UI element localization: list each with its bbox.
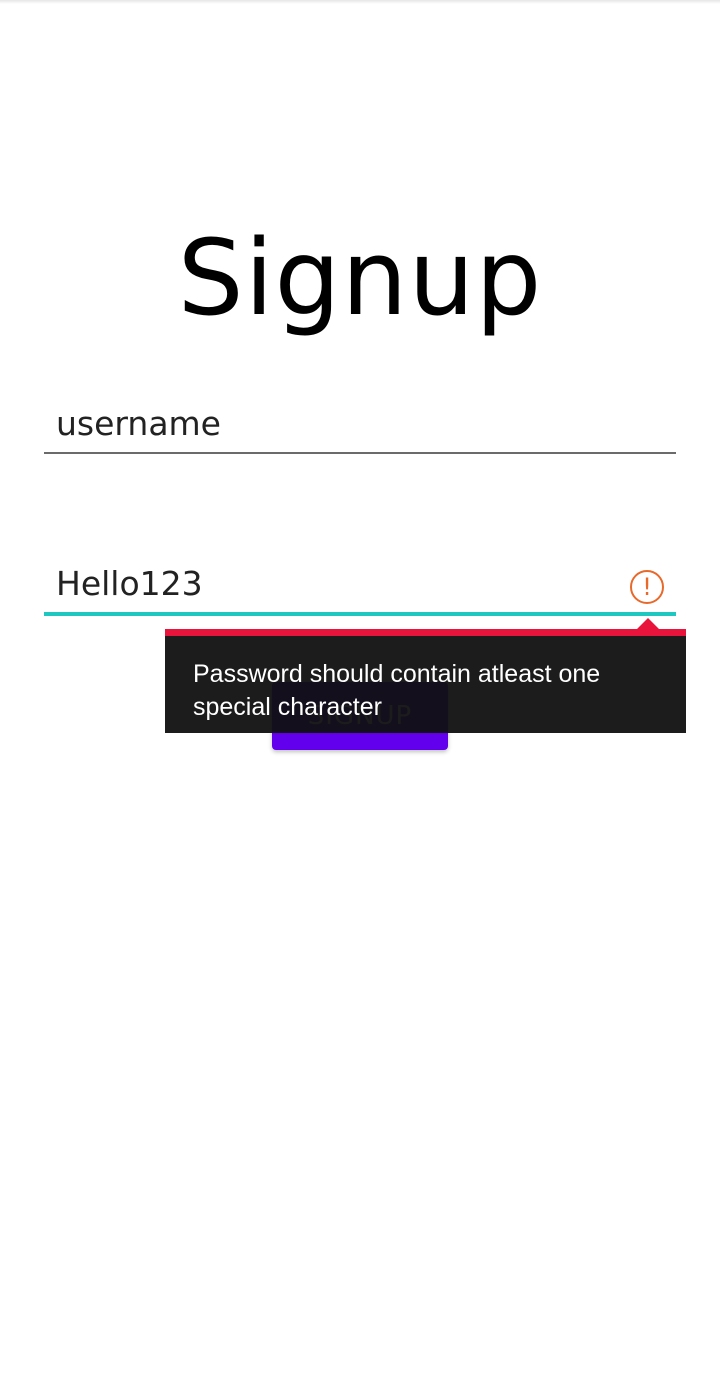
error-popup-accent-bar bbox=[165, 629, 686, 636]
status-bar-shadow bbox=[0, 0, 720, 4]
error-popup: Password should contain atleast one spec… bbox=[165, 618, 686, 733]
error-popup-body: Password should contain atleast one spec… bbox=[165, 636, 686, 733]
page-title: Signup bbox=[177, 217, 543, 339]
alert-circle-icon[interactable]: ! bbox=[630, 570, 664, 604]
password-underline-focused bbox=[44, 612, 676, 616]
error-popup-arrow bbox=[637, 618, 659, 629]
username-underline bbox=[44, 452, 676, 454]
username-field[interactable]: username bbox=[44, 402, 676, 454]
password-input-value: Hello123 bbox=[56, 564, 203, 603]
error-message: Password should contain atleast one spec… bbox=[193, 660, 601, 721]
password-field[interactable]: Hello123 ! bbox=[44, 562, 676, 616]
username-input-value: username bbox=[56, 404, 221, 443]
